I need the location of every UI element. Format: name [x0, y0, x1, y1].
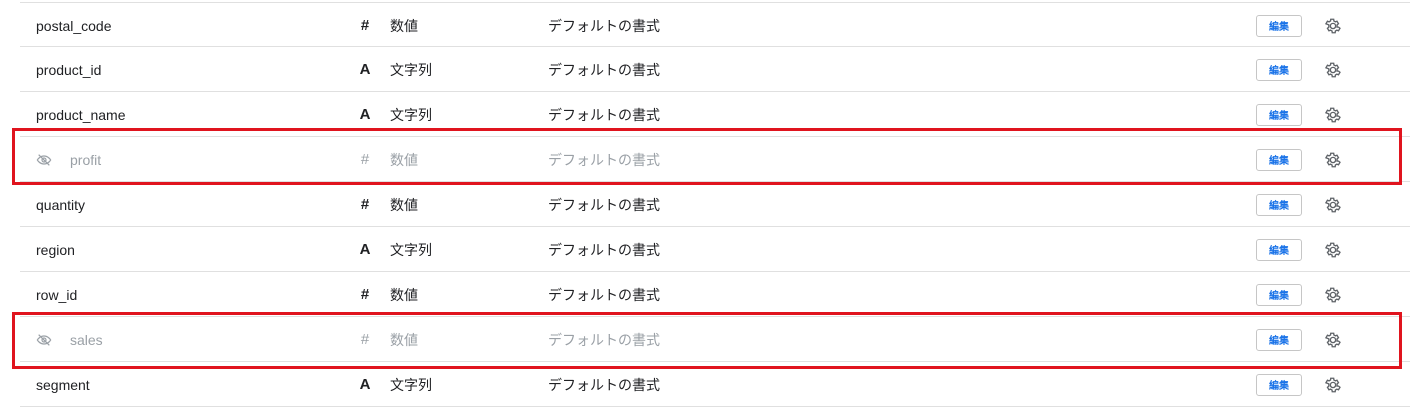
field-list: postal_code # 数値 デフォルトの書式 編集 product_id … — [20, 2, 1410, 407]
field-format: デフォルトの書式 — [548, 151, 660, 168]
table-row: sales # 数値 デフォルトの書式 編集 — [20, 317, 1410, 362]
gear-icon[interactable] — [1323, 60, 1343, 80]
table-row: segment A 文字列 デフォルトの書式 編集 — [20, 362, 1410, 407]
gear-icon[interactable] — [1323, 105, 1343, 125]
gear-icon[interactable] — [1323, 150, 1343, 170]
field-type: 文字列 — [390, 376, 432, 393]
edit-cell: 編集 — [1256, 182, 1302, 227]
edit-cell: 編集 — [1256, 47, 1302, 92]
field-type: 文字列 — [390, 61, 432, 78]
field-name-label: postal_code — [36, 17, 112, 34]
field-name-label: segment — [36, 376, 90, 393]
field-format: デフォルトの書式 — [548, 106, 660, 123]
field-name-label: sales — [70, 331, 103, 348]
settings-cell — [1323, 92, 1343, 137]
field-name-label: region — [36, 241, 75, 258]
edit-cell: 編集 — [1256, 227, 1302, 272]
field-name: product_name — [36, 92, 356, 137]
settings-cell — [1323, 272, 1343, 317]
letter-a-icon: A — [359, 376, 371, 393]
field-format: デフォルトの書式 — [548, 241, 660, 258]
field-name: postal_code — [36, 3, 356, 48]
field-type: 文字列 — [390, 241, 432, 258]
field-format: デフォルトの書式 — [548, 61, 660, 78]
edit-button[interactable]: 編集 — [1256, 373, 1302, 396]
table-row: region A 文字列 デフォルトの書式 編集 — [20, 227, 1410, 272]
edit-button[interactable]: 編集 — [1256, 103, 1302, 126]
settings-cell — [1323, 317, 1343, 362]
letter-a-icon: A — [359, 61, 371, 78]
edit-button[interactable]: 編集 — [1256, 328, 1302, 351]
letter-a-icon: A — [359, 241, 371, 258]
field-name-label: profit — [70, 151, 102, 168]
settings-cell — [1323, 47, 1343, 92]
edit-cell: 編集 — [1256, 92, 1302, 137]
field-name-label: product_name — [36, 106, 126, 123]
settings-cell — [1323, 227, 1343, 272]
table-row: product_name A 文字列 デフォルトの書式 編集 — [20, 92, 1410, 137]
edit-cell: 編集 — [1256, 3, 1302, 48]
field-name: row_id — [36, 272, 356, 317]
field-format: デフォルトの書式 — [548, 376, 660, 393]
edit-button[interactable]: 編集 — [1256, 58, 1302, 81]
hash-icon: # — [360, 196, 370, 213]
settings-cell — [1323, 137, 1343, 182]
field-format: デフォルトの書式 — [548, 17, 660, 34]
settings-cell — [1323, 182, 1343, 227]
field-type: 数値 — [390, 17, 418, 34]
eye-off-icon[interactable] — [36, 332, 52, 348]
field-type: 数値 — [390, 151, 418, 168]
field-name: region — [36, 227, 356, 272]
edit-cell: 編集 — [1256, 272, 1302, 317]
field-type: 文字列 — [390, 106, 432, 123]
field-format: デフォルトの書式 — [548, 286, 660, 303]
field-type: 数値 — [390, 331, 418, 348]
gear-icon[interactable] — [1323, 375, 1343, 395]
edit-button[interactable]: 編集 — [1256, 14, 1302, 37]
table-row: product_id A 文字列 デフォルトの書式 編集 — [20, 47, 1410, 92]
edit-button[interactable]: 編集 — [1256, 193, 1302, 216]
gear-icon[interactable] — [1323, 285, 1343, 305]
field-format: デフォルトの書式 — [548, 331, 660, 348]
eye-off-icon[interactable] — [36, 152, 52, 168]
field-name: sales — [36, 317, 356, 362]
field-type: 数値 — [390, 196, 418, 213]
edit-cell: 編集 — [1256, 137, 1302, 182]
settings-cell — [1323, 3, 1343, 48]
field-type: 数値 — [390, 286, 418, 303]
edit-button[interactable]: 編集 — [1256, 238, 1302, 261]
gear-icon[interactable] — [1323, 16, 1343, 36]
hash-icon: # — [360, 17, 370, 34]
edit-cell: 編集 — [1256, 317, 1302, 362]
field-name-label: product_id — [36, 61, 102, 78]
field-name: segment — [36, 362, 356, 407]
gear-icon[interactable] — [1323, 330, 1343, 350]
table-row: profit # 数値 デフォルトの書式 編集 — [20, 137, 1410, 182]
field-name-label: quantity — [36, 196, 86, 213]
gear-icon[interactable] — [1323, 240, 1343, 260]
table-row: quantity # 数値 デフォルトの書式 編集 — [20, 182, 1410, 227]
hash-icon: # — [360, 331, 370, 348]
field-format: デフォルトの書式 — [548, 196, 660, 213]
field-name: product_id — [36, 47, 356, 92]
table-row: postal_code # 数値 デフォルトの書式 編集 — [20, 2, 1410, 47]
edit-button[interactable]: 編集 — [1256, 148, 1302, 171]
edit-button[interactable]: 編集 — [1256, 283, 1302, 306]
table-row: row_id # 数値 デフォルトの書式 編集 — [20, 272, 1410, 317]
settings-cell — [1323, 362, 1343, 407]
gear-icon[interactable] — [1323, 195, 1343, 215]
hash-icon: # — [360, 151, 370, 168]
field-name: quantity — [36, 182, 356, 227]
field-name: profit — [36, 137, 356, 182]
edit-cell: 編集 — [1256, 362, 1302, 407]
hash-icon: # — [360, 286, 370, 303]
letter-a-icon: A — [359, 106, 371, 123]
field-name-label: row_id — [36, 286, 78, 303]
